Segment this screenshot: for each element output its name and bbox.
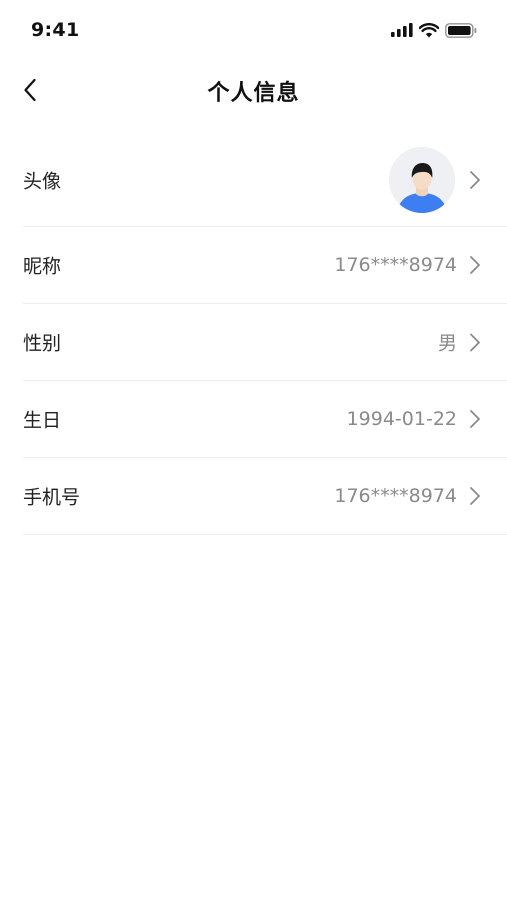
wifi-icon	[419, 22, 439, 37]
nav-bar: 个人信息	[0, 62, 507, 118]
row-right: 176****8974	[334, 485, 481, 507]
row-label: 生日	[23, 409, 62, 432]
chevron-right-icon	[470, 171, 480, 189]
row-label: 手机号	[23, 486, 81, 509]
birthday-value: 1994-01-22	[346, 408, 457, 430]
chevron-right-icon	[470, 410, 480, 428]
status-time: 9:41	[31, 19, 80, 41]
battery-icon	[445, 22, 477, 38]
row-label: 昵称	[23, 255, 62, 278]
gender-row[interactable]: 性别 男	[23, 304, 507, 381]
row-right	[389, 147, 481, 213]
signal-icon	[391, 23, 413, 37]
chevron-right-icon	[470, 487, 480, 505]
gender-value: 男	[437, 332, 457, 355]
chevron-right-icon	[470, 333, 480, 351]
nickname-value: 176****8974	[334, 254, 457, 276]
nickname-row[interactable]: 昵称 176****8974	[23, 227, 507, 304]
page-title: 个人信息	[207, 81, 300, 106]
phone-value: 176****8974	[334, 485, 457, 507]
avatar[interactable]	[389, 147, 455, 213]
row-right: 1994-01-22	[347, 408, 481, 430]
row-label: 头像	[23, 170, 62, 193]
chevron-right-icon	[470, 256, 480, 274]
avatar-image	[389, 147, 455, 213]
row-label: 性别	[23, 332, 62, 355]
row-right: 男	[438, 329, 481, 356]
profile-info-list: 头像 昵称 176****8974 性别 男 生日 1994-01-22 手机号…	[23, 134, 507, 535]
status-bar: 9:41	[0, 0, 507, 62]
birthday-row[interactable]: 生日 1994-01-22	[23, 381, 507, 458]
row-right: 176****8974	[334, 254, 481, 276]
phone-row[interactable]: 手机号 176****8974	[23, 458, 507, 535]
avatar-row[interactable]: 头像	[23, 134, 507, 227]
status-icons	[391, 21, 477, 39]
